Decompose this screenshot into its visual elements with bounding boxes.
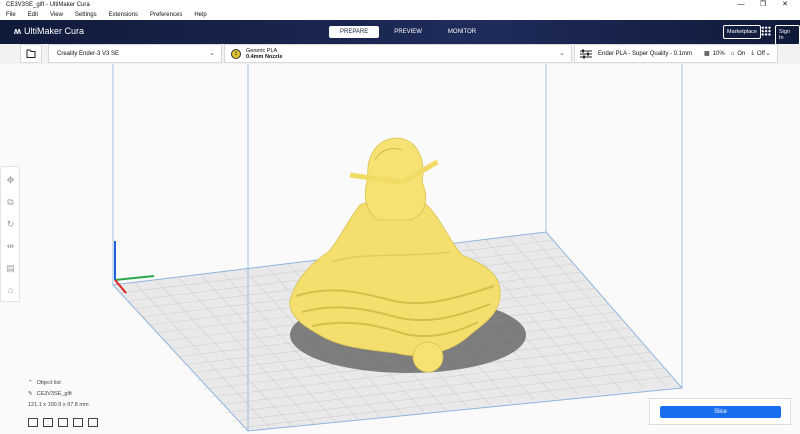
maximize-button[interactable]: ❐: [752, 0, 774, 10]
chevron-down-icon: ⌄: [209, 50, 215, 57]
3d-viewport[interactable]: [0, 64, 800, 434]
material-name: Generic PLA: [246, 47, 278, 54]
view-3d-icon[interactable]: [28, 418, 38, 427]
nozzle-size: 0.4mm Nozzle: [246, 53, 283, 60]
quality-profile: Ender PLA - Super Quality - 0.1mm: [598, 50, 693, 57]
object-dimensions: 121.1 x 100.9 x 97.8 mm: [28, 402, 89, 408]
pencil-icon: ✎: [28, 391, 33, 397]
adhesion-value: Off: [757, 50, 765, 57]
build-volume-scene: [111, 64, 684, 432]
infill-value: 10%: [712, 50, 725, 57]
print-settings-selector[interactable]: Ender PLA - Super Quality - 0.1mm ▩ 10% …: [574, 44, 778, 63]
extruder-badge: 1: [231, 48, 241, 59]
menu-view[interactable]: View: [50, 12, 63, 18]
chevron-down-icon: ⌄: [765, 50, 771, 57]
menu-extensions[interactable]: Extensions: [109, 12, 138, 18]
minimize-button[interactable]: —: [730, 0, 752, 10]
app-header: ʍ UltiMaker Cura PREPARE PREVIEW MONITOR…: [0, 20, 800, 45]
printer-name: Creality Ender-3 V3 SE: [57, 50, 120, 57]
view-right-icon[interactable]: [88, 418, 98, 427]
tab-monitor[interactable]: MONITOR: [437, 26, 487, 38]
object-name: CE3V3SE_gift: [36, 391, 72, 397]
mirror-tool-icon[interactable]: ⇹: [6, 242, 15, 251]
folder-icon: [26, 49, 36, 58]
window-controls: — ❐ ✕: [730, 0, 796, 10]
infill-icon: ▩: [704, 51, 710, 57]
chevron-down-icon: ⌄: [559, 50, 565, 57]
y-axis: [114, 275, 155, 281]
material-info: Generic PLA 0.4mm Nozzle: [246, 48, 282, 60]
object-list-toggle[interactable]: ⌃ Object list: [28, 380, 89, 386]
support-value: On: [737, 50, 746, 57]
printer-selector[interactable]: Creality Ender-3 V3 SE ⌄: [48, 44, 222, 63]
open-file-button[interactable]: [20, 44, 42, 63]
menu-file[interactable]: File: [6, 12, 16, 18]
slice-button[interactable]: Slice: [660, 406, 781, 418]
slice-panel: Slice: [649, 398, 791, 425]
view-orientation-buttons: [28, 418, 103, 427]
per-model-settings-icon[interactable]: ▤: [6, 264, 15, 273]
scale-tool-icon[interactable]: ⧉: [6, 198, 15, 207]
object-list-header: Object list: [36, 380, 61, 386]
tool-sidebar: ✥ ⧉ ↻ ⇹ ▤ ⌂: [0, 166, 20, 302]
stage-tabs: PREPARE PREVIEW MONITOR: [329, 26, 491, 38]
chevron-up-icon: ⌃: [28, 380, 33, 386]
object-list-panel: ⌃ Object list ✎ CE3V3SE_gift 121.1 x 100…: [28, 380, 89, 413]
window-title: CE3V3SE_gift - UltiMaker Cura: [6, 2, 90, 8]
sign-in-button[interactable]: Sign In: [775, 25, 800, 45]
ultimaker-logo-icon: ʍ: [14, 26, 22, 36]
move-tool-icon[interactable]: ✥: [6, 176, 15, 185]
view-left-icon[interactable]: [73, 418, 83, 427]
menu-preferences[interactable]: Preferences: [150, 12, 182, 18]
menu-settings[interactable]: Settings: [75, 12, 97, 18]
model-ball: [412, 341, 444, 373]
menu-edit[interactable]: Edit: [28, 12, 38, 18]
view-front-icon[interactable]: [43, 418, 53, 427]
material-selector[interactable]: 1 Generic PLA 0.4mm Nozzle ⌄: [224, 44, 572, 63]
menu-bar: File Edit View Settings Extensions Prefe…: [0, 10, 800, 20]
close-button[interactable]: ✕: [774, 0, 796, 10]
support-blocker-icon[interactable]: ⌂: [6, 286, 15, 295]
app-name: UltiMaker Cura: [24, 26, 85, 36]
app-logo: ʍ UltiMaker Cura: [14, 26, 84, 36]
object-item[interactable]: ✎ CE3V3SE_gift: [28, 391, 89, 397]
rotate-tool-icon[interactable]: ↻: [6, 220, 15, 229]
window-titlebar: CE3V3SE_gift - UltiMaker Cura — ❐ ✕: [0, 0, 800, 10]
settings-sliders-icon: [580, 49, 592, 58]
job-toolbar: Creality Ender-3 V3 SE ⌄ 1 Generic PLA 0…: [0, 44, 800, 64]
support-icon: ⌂: [730, 50, 735, 57]
view-top-icon[interactable]: [58, 418, 68, 427]
tab-prepare[interactable]: PREPARE: [329, 26, 380, 38]
tab-preview[interactable]: PREVIEW: [383, 26, 433, 38]
menu-help[interactable]: Help: [194, 12, 206, 18]
marketplace-button[interactable]: Marketplace: [723, 25, 761, 39]
apps-grid-icon[interactable]: [761, 26, 771, 36]
adhesion-icon: ⤓: [751, 50, 755, 56]
